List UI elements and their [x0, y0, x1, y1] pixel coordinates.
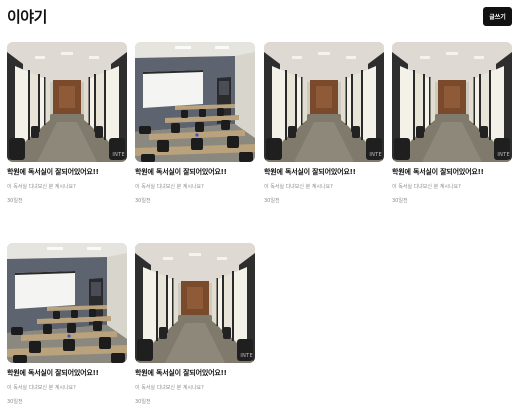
post-title[interactable]: 학원에 독서실이 잘되어있어요!!	[135, 167, 255, 177]
post-title[interactable]: 학원에 독서실이 잘되어있어요!!	[7, 368, 127, 378]
write-button[interactable]: 글쓰기	[483, 7, 512, 26]
image-watermark: INTE	[240, 353, 253, 359]
image-watermark: INTE	[112, 152, 125, 158]
post-timestamp: 30일전	[135, 198, 151, 204]
post-card[interactable]: INTE 학원에 독서실이 잘되어있어요!! 이 독서실 디녀보신 분 계시나요? 3…	[264, 42, 384, 204]
post-timestamp: 30일전	[7, 399, 23, 405]
post-thumbnail-image[interactable]: INTE	[135, 243, 255, 363]
post-card[interactable]: INTE 학원에 독서실이 잘되어있어요!! 이 독서실 디녀보신 분 계시나요? 3…	[135, 243, 255, 405]
post-timestamp: 30일전	[264, 198, 280, 204]
header: 이야기 글쓰기	[0, 0, 522, 36]
post-description: 이 독서실 디녀보신 분 계시나요?	[135, 385, 204, 391]
post-description: 이 독서실 디녀보신 분 계시나요?	[135, 184, 204, 190]
post-thumbnail-image[interactable]: INTE	[392, 42, 512, 162]
post-description: 이 독서실 디녀보신 분 계시나요?	[392, 184, 461, 190]
page-title: 이야기	[7, 8, 47, 26]
post-thumbnail-image[interactable]: INTE	[264, 42, 384, 162]
post-description: 이 독서실 디녀보신 분 계시나요?	[264, 184, 333, 190]
post-timestamp: 30일전	[135, 399, 151, 405]
post-title[interactable]: 학원에 독서실이 잘되어있어요!!	[135, 368, 255, 378]
post-thumbnail-image[interactable]	[135, 42, 255, 162]
post-card[interactable]: 학원에 독서실이 잘되어있어요!! 이 독서실 디녀보신 분 계시나요? 30일전	[135, 42, 255, 204]
post-card[interactable]: INTE 학원에 독서실이 잘되어있어요!! 이 독서실 디녀보신 분 계시나요? 3…	[7, 42, 127, 204]
post-thumbnail-image[interactable]	[7, 243, 127, 363]
post-card[interactable]: 학원에 독서실이 잘되어있어요!! 이 독서실 디녀보신 분 계시나요? 30일전	[7, 243, 127, 405]
post-card[interactable]: INTE 학원에 독서실이 잘되어있어요!! 이 독서실 디녀보신 분 계시나요? 3…	[392, 42, 512, 204]
post-title[interactable]: 학원에 독서실이 잘되어있어요!!	[7, 167, 127, 177]
post-timestamp: 30일전	[392, 198, 408, 204]
post-description: 이 독서실 디녀보신 분 계시나요?	[7, 385, 76, 391]
post-description: 이 독서실 디녀보신 분 계시나요?	[7, 184, 76, 190]
post-thumbnail-image[interactable]: INTE	[7, 42, 127, 162]
post-title[interactable]: 학원에 독서실이 잘되어있어요!!	[264, 167, 384, 177]
image-watermark: INTE	[497, 152, 510, 158]
post-timestamp: 30일전	[7, 198, 23, 204]
post-title[interactable]: 학원에 독서실이 잘되어있어요!!	[392, 167, 512, 177]
image-watermark: INTE	[369, 152, 382, 158]
